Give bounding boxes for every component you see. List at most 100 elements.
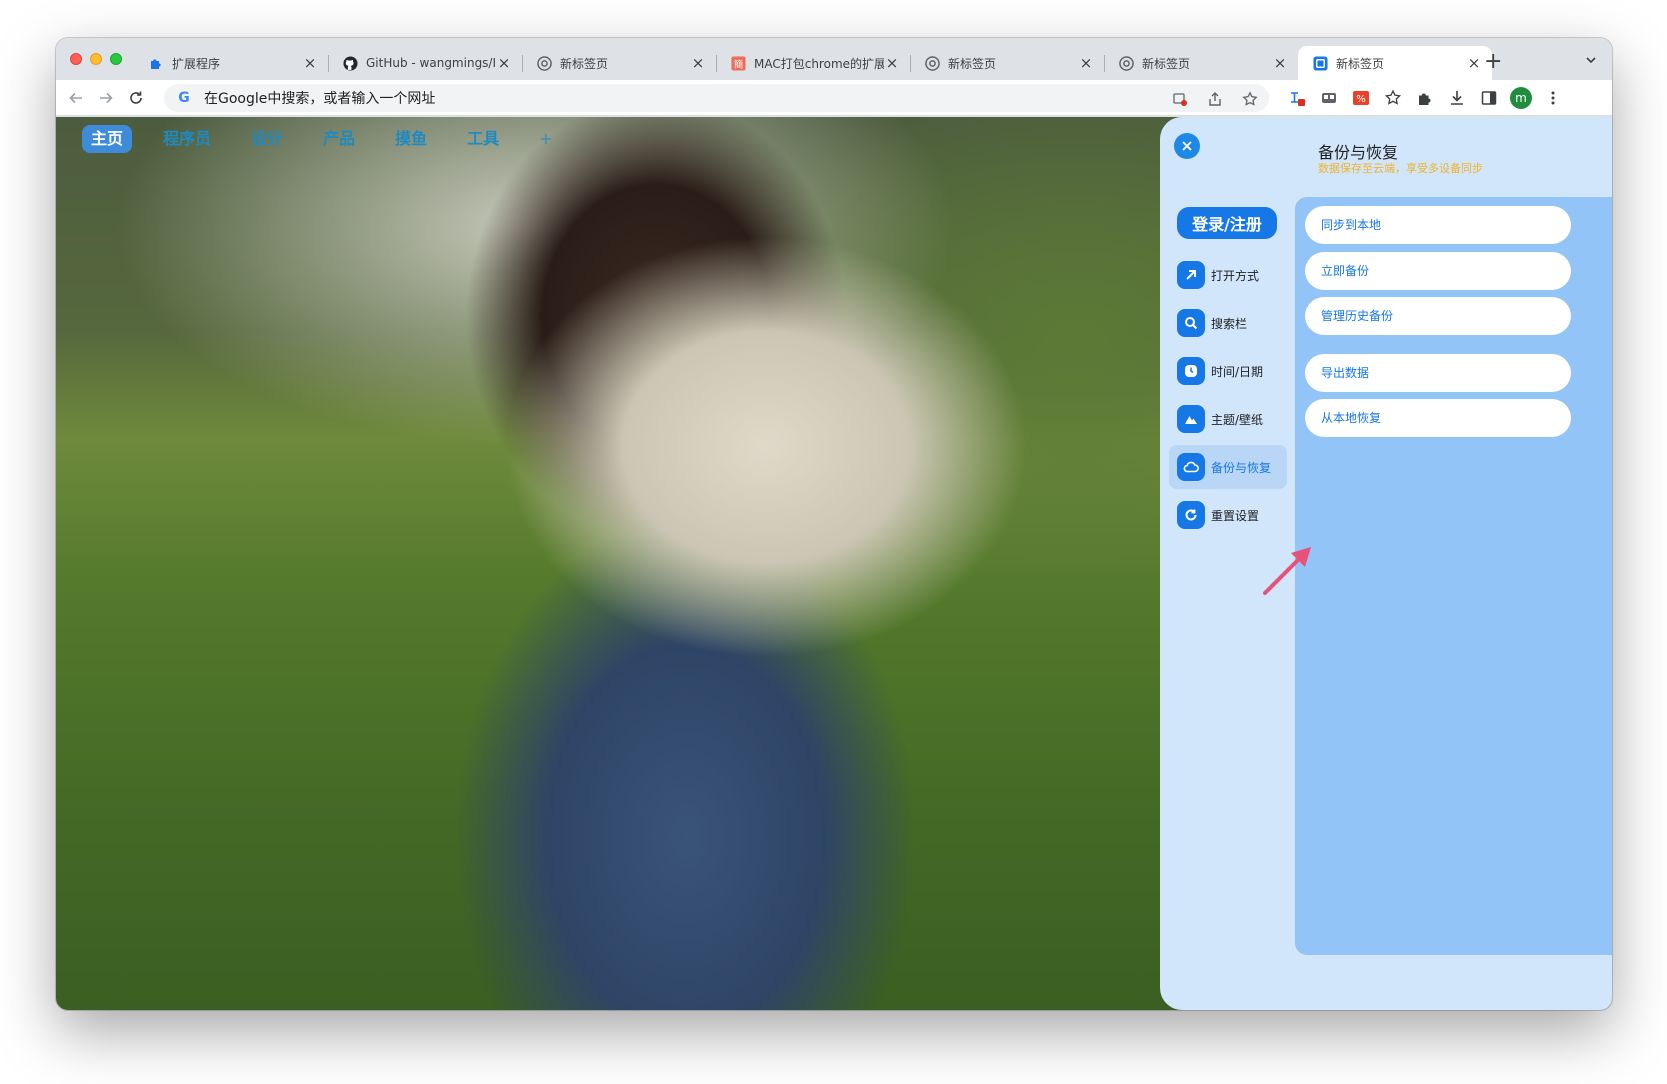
settings-menu: 打开方式 搜索栏 时间/日期 主题/壁纸 备份与恢复 重置设置: [1169, 253, 1287, 541]
window-controls: [70, 53, 122, 65]
zoom-window-button[interactable]: [110, 53, 122, 65]
address-bar-actions: [1169, 88, 1261, 110]
profile-avatar[interactable]: m: [1510, 87, 1532, 109]
reload-icon: [130, 91, 142, 104]
manage-backups-button[interactable]: 管理历史备份: [1305, 297, 1571, 335]
minimize-window-button[interactable]: [90, 53, 102, 65]
svg-text:簡: 簡: [733, 58, 742, 70]
nav-add-button[interactable]: +: [530, 125, 561, 153]
tab-strip: 扩展程序 × GitHub - wangmings/IT × 新标签页 × 簡: [134, 46, 1492, 80]
clock-icon: [1177, 357, 1205, 385]
nav-tab-product[interactable]: 产品: [314, 125, 364, 153]
forward-button[interactable]: [92, 80, 120, 116]
tab-bar: 扩展程序 × GitHub - wangmings/IT × 新标签页 × 簡: [56, 38, 1612, 80]
menu-item-label: 主题/壁纸: [1211, 412, 1264, 427]
chrome-icon: [536, 55, 552, 71]
reading-list-star-icon[interactable]: [1382, 87, 1404, 109]
login-register-button[interactable]: 登录/注册: [1177, 207, 1277, 239]
jianshu-icon: 簡: [730, 55, 746, 71]
menu-item-open-mode[interactable]: 打开方式: [1169, 253, 1287, 297]
restore-from-local-button[interactable]: 从本地恢复: [1305, 399, 1571, 437]
menu-item-label: 时间/日期: [1211, 364, 1264, 379]
extension-reader-icon[interactable]: [1318, 87, 1340, 109]
menu-item-label: 搜索栏: [1211, 316, 1248, 331]
tab-title: MAC打包chrome的扩展: [754, 56, 884, 71]
tab-title: 新标签页: [1336, 56, 1385, 71]
browser-toolbar: G 在Google中搜索，或者输入一个网址 % m: [56, 80, 1612, 116]
extensions-puzzle-icon[interactable]: [1414, 87, 1436, 109]
nav-tab-design[interactable]: 设计: [242, 125, 292, 153]
extension-translate-icon[interactable]: [1286, 87, 1308, 109]
arrow-left-icon: [69, 92, 82, 104]
mountain-icon: [1177, 405, 1205, 433]
panel-subtitle: 数据保存至云端，享受多设备同步: [1318, 162, 1483, 175]
backup-now-button[interactable]: 立即备份: [1305, 252, 1571, 290]
tab-close-icon[interactable]: ×: [1078, 54, 1094, 72]
tab-newtab-3[interactable]: 新标签页 ×: [1104, 46, 1298, 80]
close-panel-button[interactable]: [1174, 133, 1200, 159]
nav-tab-tools[interactable]: 工具: [458, 125, 508, 153]
tab-title: 新标签页: [560, 56, 609, 71]
tab-newtab-1[interactable]: 新标签页 ×: [522, 46, 716, 80]
back-button[interactable]: [62, 80, 90, 116]
address-bar[interactable]: G 在Google中搜索，或者输入一个网址: [164, 84, 1269, 112]
svg-text:%: %: [1356, 94, 1366, 105]
close-window-button[interactable]: [70, 53, 82, 65]
tab-close-icon[interactable]: ×: [1466, 54, 1482, 72]
menu-item-label: 打开方式: [1211, 268, 1260, 283]
google-icon: G: [178, 90, 190, 106]
github-icon: [342, 55, 358, 71]
reload-button[interactable]: [122, 80, 150, 116]
menu-item-label: 备份与恢复: [1211, 460, 1272, 475]
tab-close-icon[interactable]: ×: [690, 54, 706, 72]
settings-panel: 备份与恢复 数据保存至云端，享受多设备同步 登录/注册 打开方式 搜索栏 时间/…: [1160, 117, 1612, 1010]
reset-icon: [1177, 501, 1205, 529]
puzzle-icon: [148, 55, 164, 71]
tab-extensions[interactable]: 扩展程序 ×: [134, 46, 328, 80]
tab-newtab-2[interactable]: 新标签页 ×: [910, 46, 1104, 80]
blocked-popup-icon[interactable]: [1169, 88, 1191, 110]
extension-newtab-icon: [1312, 55, 1328, 71]
bookmark-star-icon[interactable]: [1239, 88, 1261, 110]
tab-jianshu[interactable]: 簡 MAC打包chrome的扩展 ×: [716, 46, 910, 80]
extension-coupon-icon[interactable]: %: [1350, 87, 1372, 109]
tab-title: GitHub - wangmings/IT: [366, 56, 496, 70]
new-tab-page: 主页 程序员 设计 产品 摸鱼 工具 + 备份与恢复 数据保存至云端，享受多设备…: [56, 117, 1612, 1010]
menu-item-time-date[interactable]: 时间/日期: [1169, 349, 1287, 393]
share-icon[interactable]: [1204, 88, 1226, 110]
tab-close-icon[interactable]: ×: [884, 54, 900, 72]
category-nav: 主页 程序员 设计 产品 摸鱼 工具 +: [82, 125, 570, 153]
menu-item-reset-settings[interactable]: 重置设置: [1169, 493, 1287, 537]
tab-github[interactable]: GitHub - wangmings/IT ×: [328, 46, 522, 80]
tab-title: 扩展程序: [172, 56, 221, 71]
nav-tab-slacking[interactable]: 摸鱼: [386, 125, 436, 153]
menu-item-theme-wallpaper[interactable]: 主题/壁纸: [1169, 397, 1287, 441]
menu-item-search-bar[interactable]: 搜索栏: [1169, 301, 1287, 345]
chevron-down-icon[interactable]: [1584, 52, 1598, 71]
chrome-icon: [1118, 55, 1134, 71]
close-icon: [1182, 141, 1192, 151]
more-menu-icon[interactable]: [1542, 87, 1564, 109]
cloud-icon: [1177, 453, 1205, 481]
nav-tab-home[interactable]: 主页: [82, 125, 133, 153]
tab-title: 新标签页: [948, 56, 997, 71]
extension-toolbar: % m: [1286, 80, 1564, 116]
chrome-icon: [924, 55, 940, 71]
new-tab-button[interactable]: +: [1484, 50, 1502, 74]
backup-actions-area: 同步到本地 立即备份 管理历史备份 导出数据 从本地恢复: [1295, 197, 1612, 955]
export-data-button[interactable]: 导出数据: [1305, 354, 1571, 392]
menu-item-label: 重置设置: [1211, 508, 1260, 523]
menu-item-backup-restore[interactable]: 备份与恢复: [1169, 445, 1287, 489]
annotation-arrow-icon: [1263, 547, 1311, 595]
search-icon: [1177, 309, 1205, 337]
tab-newtab-active[interactable]: 新标签页 ×: [1298, 46, 1492, 80]
sync-to-local-button[interactable]: 同步到本地: [1305, 206, 1571, 244]
tab-close-icon[interactable]: ×: [496, 54, 512, 72]
side-panel-icon[interactable]: [1478, 87, 1500, 109]
browser-window: 扩展程序 × GitHub - wangmings/IT × 新标签页 × 簡: [56, 38, 1612, 1010]
tab-close-icon[interactable]: ×: [302, 54, 318, 72]
tab-close-icon[interactable]: ×: [1272, 54, 1288, 72]
download-icon[interactable]: [1446, 87, 1468, 109]
nav-tab-programmer[interactable]: 程序员: [154, 125, 220, 153]
arrow-right-icon: [100, 92, 113, 104]
